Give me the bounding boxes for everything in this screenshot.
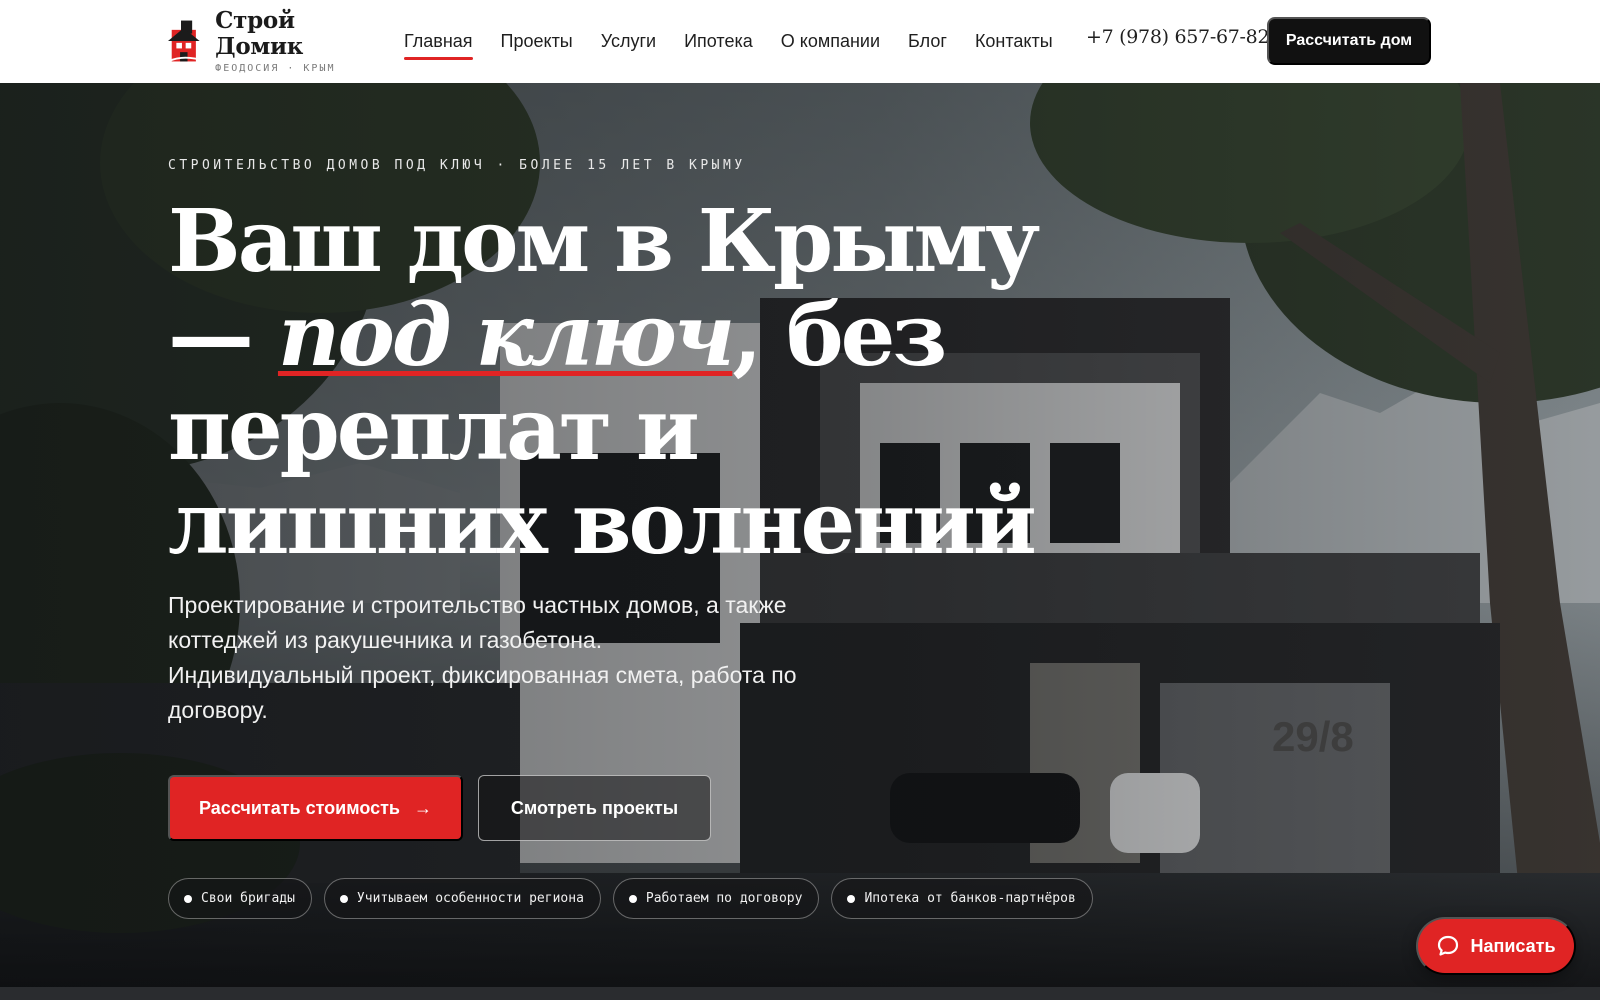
feature-chip-label: Свои бригады xyxy=(201,891,295,906)
feature-chip: Работаем по договору xyxy=(612,878,820,919)
bullet-dot-icon xyxy=(847,894,856,903)
chat-write-label: Написать xyxy=(1470,935,1556,956)
feature-chip-label: Работаем по договору xyxy=(645,891,803,906)
lead-line-2: Индивидуальный проект, фиксированная сме… xyxy=(168,662,797,723)
hero-kicker: СТРОИТЕЛЬСТВО ДОМОВ ПОД КЛЮЧ · БОЛЕЕ 15 … xyxy=(168,158,746,173)
main-nav: Главная Проекты Услуги Ипотека О компани… xyxy=(404,0,1081,83)
feature-chip-label: Учитываем особенности региона xyxy=(356,891,584,906)
bullet-dot-icon xyxy=(184,894,192,903)
bullet-dot-icon xyxy=(628,894,637,903)
feature-chip: Свои бригады xyxy=(168,878,312,919)
feature-chip: Ипотека от банков-партнёров xyxy=(831,878,1093,919)
logo[interactable]: Строй Домик ФЕОДОСИЯ · КРЫМ xyxy=(168,8,378,74)
bullet-dot-icon xyxy=(339,894,348,903)
lead-line-1: Проектирование и строительство частных д… xyxy=(168,592,787,653)
feature-chip: Учитываем особенности региона xyxy=(323,878,601,919)
nav-item-projects[interactable]: Проекты xyxy=(501,0,573,83)
nav-item-blog[interactable]: Блог xyxy=(908,0,947,83)
nav-item-about[interactable]: О компании xyxy=(781,0,880,83)
nav-item-contacts[interactable]: Контакты xyxy=(975,0,1053,83)
headline-accent: под ключ xyxy=(277,285,735,386)
nav-item-home[interactable]: Главная xyxy=(404,0,473,83)
feature-chip-label: Ипотека от банков-партнёров xyxy=(864,891,1076,906)
hero-headline: Ваш дом в Крыму — под ключ, без переплат… xyxy=(168,195,1068,571)
calculate-cost-label: Рассчитать стоимость xyxy=(199,797,400,818)
phone-link[interactable]: +7 (978) 657-67-82 xyxy=(1086,26,1270,48)
hero-section: 29/8 СТРОИТЕЛЬСТВО ДОМОВ ПОД КЛЮЧ · БОЛЕ… xyxy=(0,83,1600,1000)
hero-lead: Проектирование и строительство частных д… xyxy=(168,588,868,728)
logo-subtitle: ФЕОДОСИЯ · КРЫМ xyxy=(215,63,336,74)
logo-title: Строй Домик xyxy=(215,7,304,60)
nav-item-services[interactable]: Услуги xyxy=(601,0,656,83)
arrow-right-icon: → xyxy=(413,797,432,818)
calculate-house-button[interactable]: Рассчитать дом xyxy=(1267,17,1431,65)
site-header: Строй Домик ФЕОДОСИЯ · КРЫМ Главная Прое… xyxy=(0,0,1600,83)
feature-chips: Свои бригады Учитываем особенности регио… xyxy=(168,878,1105,919)
chat-bubble-icon xyxy=(1438,935,1459,956)
next-section-edge xyxy=(0,987,1600,1000)
view-projects-button[interactable]: Смотреть проекты xyxy=(478,775,711,841)
calculate-cost-button[interactable]: Рассчитать стоимость → xyxy=(168,775,463,841)
house-logo-icon xyxy=(168,20,206,63)
chat-write-button[interactable]: Написать xyxy=(1416,917,1576,975)
nav-item-mortgage[interactable]: Ипотека xyxy=(684,0,753,83)
house-number-sign: 29/8 xyxy=(1272,713,1354,760)
